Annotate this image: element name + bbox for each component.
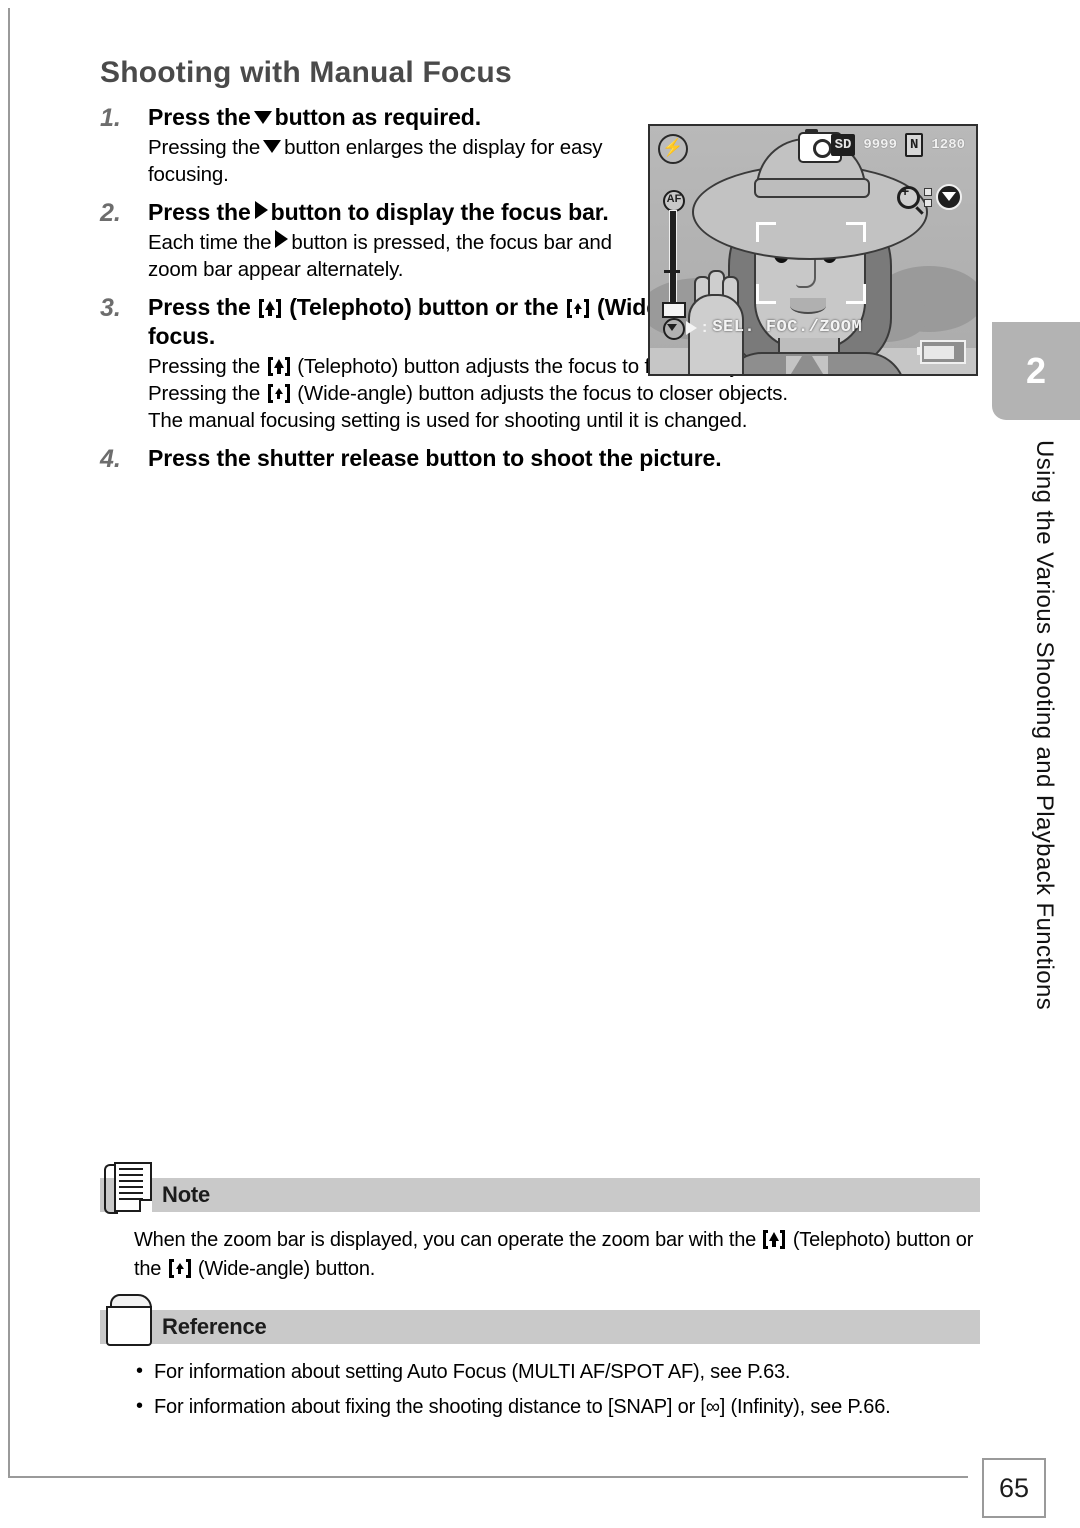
chapter-vertical-title: Using the Various Shooting and Playback … <box>1031 440 1058 1011</box>
magnify-plus-icon <box>897 184 920 209</box>
step-3-desc-line-2: Pressing the (Wide-angle) button adjusts… <box>148 380 980 407</box>
note-header: Note <box>100 1162 980 1214</box>
af-frame-corner <box>846 284 866 304</box>
status-shots-remaining: 9999 <box>863 137 897 153</box>
step-2-heading: Press the button to display the focus bar… <box>148 198 648 227</box>
telephoto-button-icon <box>258 299 281 319</box>
wide-angle-button-icon <box>566 299 589 319</box>
focus-bar: AF <box>661 190 686 340</box>
battery-indicator-icon <box>917 340 966 364</box>
step-3-heading-part-2: (Telephoto) button or the <box>289 294 559 321</box>
subject-nose <box>796 256 816 288</box>
page-border-bottom <box>8 1476 968 1478</box>
subject-collar-left <box>786 356 802 374</box>
reference-list-item: For information about setting Auto Focus… <box>134 1357 980 1387</box>
lcd-status-row: SD 9999 N 1280 <box>830 133 968 157</box>
step-1-number: 1. <box>100 104 121 132</box>
separator-dots-icon <box>924 187 932 207</box>
hint-colon: : <box>702 318 708 336</box>
flash-off-icon: ⚡ <box>658 134 688 164</box>
page-title: Shooting with Manual Focus <box>100 56 512 89</box>
step-4-number: 4. <box>100 445 121 474</box>
focus-bar-knob <box>662 302 686 318</box>
telephoto-button-icon <box>267 357 290 377</box>
step-2-desc-text-before: Each time the <box>148 231 272 255</box>
step-1-desc-text-before: Pressing the <box>148 135 261 159</box>
step-2-heading-text-before: Press the <box>148 199 251 226</box>
reference-body: For information about setting Auto Focus… <box>100 1357 980 1422</box>
step-3-desc-line-3: The manual focusing setting is used for … <box>148 409 748 433</box>
chapter-number-tab: 2 <box>992 322 1080 420</box>
step-1-heading-text-after: button as required. <box>274 104 482 130</box>
note-body: When the zoom bar is displayed, you can … <box>100 1226 980 1284</box>
lcd-magnify-row <box>897 184 962 210</box>
right-triangle-icon <box>254 201 268 220</box>
subject-collar-right <box>812 356 828 374</box>
status-quality-chip: N <box>904 133 924 157</box>
lcd-hint-overlay: : SEL. FOC./ZOOM <box>686 318 862 337</box>
step-3-desc-1-part-1: Pressing the <box>148 355 261 379</box>
note-text-part-3: (Wide-angle) button. <box>197 1258 376 1280</box>
af-frame-corner <box>756 284 776 304</box>
step-1-heading: Press the button as required. <box>148 103 648 132</box>
reference-label: Reference <box>162 1314 267 1339</box>
note-document-icon <box>102 1162 152 1216</box>
telephoto-button-icon <box>763 1230 786 1249</box>
lcd-hint-text: SEL. FOC./ZOOM <box>712 318 863 337</box>
right-triangle-icon <box>275 230 289 249</box>
af-frame-corner <box>846 222 866 242</box>
reference-header: Reference <box>100 1294 980 1346</box>
status-sd-chip: SD <box>830 134 856 156</box>
callouts-container: Note When the zoom bar is displayed, you… <box>100 1152 980 1428</box>
wide-angle-button-icon <box>267 384 290 404</box>
step-4-heading: Press the shutter release button to shoo… <box>148 445 722 472</box>
step-2-heading-text-after: button to display the focus bar. <box>270 199 609 226</box>
note-paragraph: When the zoom bar is displayed, you can … <box>134 1226 980 1284</box>
wide-angle-button-icon <box>168 1259 191 1278</box>
step-1-description: Pressing the button enlarges the display … <box>148 134 648 188</box>
subject-mouth <box>790 298 826 314</box>
note-text-part-1: When the zoom bar is displayed, you can … <box>134 1229 757 1251</box>
reference-folder-icon <box>104 1292 156 1346</box>
down-triangle-icon <box>263 139 282 153</box>
reference-list-item: For information about fixing the shootin… <box>134 1392 980 1422</box>
page-number: 65 <box>982 1458 1046 1518</box>
step-4: 4. Press the shutter release button to s… <box>100 444 980 475</box>
reference-list: For information about setting Auto Focus… <box>134 1357 980 1422</box>
right-triangle-icon <box>686 320 697 335</box>
focus-bar-tick <box>664 270 680 273</box>
step-3-number: 3. <box>100 294 121 323</box>
subject-hat-band <box>754 178 870 198</box>
step-3-desc-2-part-2: (Wide-angle) button adjusts the focus to… <box>297 382 788 406</box>
status-resolution: 1280 <box>931 137 965 153</box>
focus-bar-bottom-icon <box>663 318 685 340</box>
down-triangle-icon <box>253 111 272 124</box>
step-1-heading-text-before: Press the <box>148 104 251 130</box>
camera-lcd-screenshot: ⚡ SD 9999 N 1280 AF : SEL. FOC./ZOOM <box>648 124 978 376</box>
focus-bar-top-label: AF <box>663 190 685 212</box>
step-3-heading-part-1: Press the <box>148 294 251 321</box>
af-frame-corner <box>756 222 776 242</box>
step-2-number: 2. <box>100 199 121 228</box>
note-callout: Note When the zoom bar is displayed, you… <box>100 1162 980 1284</box>
step-2-description: Each time the button is pressed, the focu… <box>148 229 648 283</box>
focus-bar-track <box>669 210 677 316</box>
reference-callout: Reference For information about setting … <box>100 1294 980 1422</box>
step-3-desc-2-part-1: Pressing the <box>148 382 261 406</box>
down-triangle-button-icon <box>936 184 962 210</box>
note-label: Note <box>162 1182 211 1207</box>
page-border-left <box>8 8 10 1478</box>
